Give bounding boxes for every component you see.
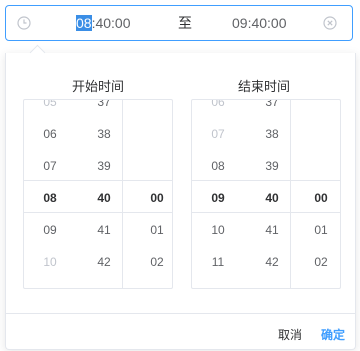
hour-option[interactable]: 05: [30, 100, 70, 110]
second-column[interactable]: 00 01 02 03: [301, 100, 340, 288]
cancel-button[interactable]: 取消: [278, 326, 302, 343]
second-option[interactable]: 02: [137, 254, 172, 270]
hour-column[interactable]: 06 07 08 09 10 11 12: [198, 100, 238, 288]
start-time-spinner: 05 06 07 08 09 10 11 37 38 39 40 41 42 4…: [23, 99, 173, 289]
clock-icon: [17, 16, 31, 30]
footer-divider: [6, 313, 355, 314]
hour-option[interactable]: 11: [30, 286, 70, 288]
second-column[interactable]: 00 01 02 03: [137, 100, 172, 288]
hour-option[interactable]: 12: [198, 286, 238, 288]
minute-option[interactable]: 41: [84, 222, 124, 238]
time-range-input[interactable]: 08:40:00 至 09:40:00: [5, 5, 353, 41]
time-range-panel: 开始时间 结束时间 05 06 07 08 09 10 11 37 38 39 …: [5, 44, 356, 350]
second-option[interactable]: 03: [301, 286, 340, 288]
minute-option[interactable]: 39: [252, 158, 292, 174]
minute-option[interactable]: 42: [252, 254, 292, 270]
hour-option-selected[interactable]: 08: [30, 190, 70, 206]
hour-option[interactable]: 10: [198, 222, 238, 238]
end-time-spinner: 06 07 08 09 10 11 12 37 38 39 40 41 42 4…: [191, 99, 341, 289]
minute-option[interactable]: 41: [252, 222, 292, 238]
clear-icon[interactable]: [322, 15, 338, 31]
hour-option[interactable]: 08: [198, 158, 238, 174]
hour-option[interactable]: 06: [198, 100, 238, 110]
minute-option[interactable]: 37: [252, 100, 292, 110]
minute-option[interactable]: 42: [84, 254, 124, 270]
hour-option[interactable]: 11: [198, 254, 238, 270]
confirm-button[interactable]: 确定: [321, 326, 345, 343]
minute-option[interactable]: 43: [84, 286, 124, 288]
minute-option[interactable]: 39: [84, 158, 124, 174]
second-option[interactable]: 02: [301, 254, 340, 270]
hour-option-selected[interactable]: 09: [198, 190, 238, 206]
minute-option-selected[interactable]: 40: [84, 190, 124, 206]
start-time-rest: :40:00: [91, 15, 131, 31]
end-time-input[interactable]: 09:40:00: [232, 14, 287, 32]
hour-option[interactable]: 10: [30, 254, 70, 270]
minute-option[interactable]: 43: [252, 286, 292, 288]
minute-option-selected[interactable]: 40: [252, 190, 292, 206]
hour-column[interactable]: 05 06 07 08 09 10 11: [30, 100, 70, 288]
hour-option[interactable]: 07: [30, 158, 70, 174]
popper-arrow: [29, 44, 46, 61]
second-option[interactable]: 01: [137, 222, 172, 238]
start-time-input[interactable]: 08:40:00: [76, 14, 131, 32]
end-time-title: 结束时间: [238, 79, 291, 94]
minute-option[interactable]: 38: [252, 126, 292, 142]
hour-option[interactable]: 09: [30, 222, 70, 238]
start-hour-selection: 08: [76, 15, 92, 31]
second-option[interactable]: 01: [301, 222, 340, 238]
second-option-selected[interactable]: 00: [301, 190, 340, 206]
minute-option[interactable]: 37: [84, 100, 124, 110]
minute-column[interactable]: 37 38 39 40 41 42 43: [252, 100, 292, 288]
range-separator: 至: [178, 15, 192, 31]
second-option-selected[interactable]: 00: [137, 190, 172, 206]
minute-column[interactable]: 37 38 39 40 41 42 43: [84, 100, 124, 288]
minute-option[interactable]: 38: [84, 126, 124, 142]
hour-option[interactable]: 07: [198, 126, 238, 142]
hour-option[interactable]: 06: [30, 126, 70, 142]
second-option[interactable]: 03: [137, 286, 172, 288]
start-time-title: 开始时间: [72, 79, 125, 94]
